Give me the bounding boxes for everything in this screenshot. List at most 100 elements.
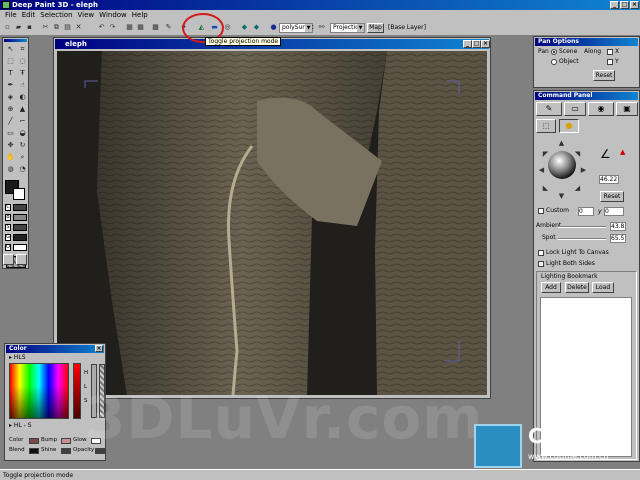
- menu-selection[interactable]: Selection: [40, 10, 72, 20]
- orbit-icon[interactable]: ◍: [5, 164, 16, 175]
- spot-slider[interactable]: [558, 238, 606, 240]
- hand-icon[interactable]: ✋: [5, 152, 16, 163]
- undo-icon[interactable]: ↶: [96, 22, 107, 33]
- tab-transform-icon[interactable]: ⬚: [536, 119, 556, 133]
- bookmark-add-button[interactable]: Add: [541, 282, 561, 293]
- custom-checkbox[interactable]: [538, 208, 544, 214]
- mode-select[interactable]: Projection ▼: [330, 23, 365, 33]
- hue-bar[interactable]: [73, 363, 81, 419]
- tab-layer-icon[interactable]: ▭: [564, 102, 586, 116]
- brush-icon[interactable]: ✎: [163, 22, 174, 33]
- swatch-bump[interactable]: [61, 438, 71, 444]
- channel-o-swatch[interactable]: [13, 244, 27, 251]
- copy-icon[interactable]: ⧉: [51, 22, 62, 33]
- lasso-icon[interactable]: ◌: [17, 56, 28, 67]
- crop-icon[interactable]: ⌗: [17, 44, 28, 55]
- channel-s-swatch[interactable]: [13, 224, 27, 231]
- ambient-slider[interactable]: [558, 226, 606, 228]
- zoom-icon[interactable]: ⌕: [17, 152, 28, 163]
- delete-icon[interactable]: ✕: [73, 22, 84, 33]
- save-icon[interactable]: ▪: [24, 22, 35, 33]
- menu-window[interactable]: Window: [99, 10, 127, 20]
- close-button[interactable]: ×: [630, 1, 639, 9]
- tab-image-icon[interactable]: ▣: [616, 102, 638, 116]
- maximize-button[interactable]: □: [620, 1, 629, 9]
- globe-icon[interactable]: ●: [268, 22, 279, 33]
- stamp-icon[interactable]: ▲: [17, 104, 28, 115]
- menu-edit[interactable]: Edit: [22, 10, 36, 20]
- tab-material-icon[interactable]: ◉: [588, 102, 614, 116]
- minimize-button[interactable]: _: [610, 1, 619, 9]
- light-arrow-upright-icon[interactable]: ◥: [572, 149, 583, 160]
- light-reset-button[interactable]: Reset: [600, 191, 624, 202]
- viewport-close-button[interactable]: ×: [481, 40, 490, 48]
- eraser-icon[interactable]: ▭: [5, 128, 16, 139]
- sphere-rotate-icon[interactable]: ◔: [17, 164, 28, 175]
- angle-field[interactable]: 46.22: [599, 175, 619, 184]
- bucket-icon[interactable]: ◒: [17, 128, 28, 139]
- view-mode-2-button[interactable]: [16, 254, 27, 265]
- menu-help[interactable]: Help: [132, 10, 148, 20]
- channel-c-icon[interactable]: C: [5, 204, 11, 211]
- view-mode-1-button[interactable]: [3, 254, 14, 265]
- menu-file[interactable]: File: [5, 10, 17, 20]
- eyedropper-icon[interactable]: ⌐: [17, 116, 28, 127]
- channel-g-icon[interactable]: G: [5, 234, 11, 241]
- pan-reset-button[interactable]: Reset: [593, 70, 615, 81]
- line-icon[interactable]: ╱: [5, 116, 16, 127]
- channel-g-swatch[interactable]: [13, 234, 27, 241]
- blur-icon[interactable]: ◐: [17, 92, 28, 103]
- tab-light-icon[interactable]: ●: [559, 119, 579, 133]
- grid-icon[interactable]: ▩: [150, 22, 161, 33]
- x-checkbox[interactable]: [607, 49, 613, 55]
- channel-o-icon[interactable]: O: [5, 244, 11, 251]
- rotate-icon[interactable]: ↻: [17, 140, 28, 151]
- color-picker-field[interactable]: [9, 363, 69, 419]
- tab-brush-icon[interactable]: ✎: [536, 102, 562, 116]
- smudge-icon[interactable]: ☝: [17, 80, 28, 91]
- redo-icon[interactable]: ↷: [107, 22, 118, 33]
- layer-icon[interactable]: ▦: [124, 22, 135, 33]
- chain-icon[interactable]: ⚯: [316, 22, 327, 33]
- arrow-right-icon[interactable]: ◆: [251, 22, 262, 33]
- pen-icon[interactable]: ✒: [5, 80, 16, 91]
- swatch-color[interactable]: [29, 438, 39, 444]
- channel-b-icon[interactable]: B: [5, 214, 11, 221]
- light-arrow-left-icon[interactable]: ◀: [536, 165, 547, 176]
- y-checkbox[interactable]: [607, 59, 613, 65]
- clone-icon[interactable]: ⊕: [5, 104, 16, 115]
- map-button[interactable]: Map: [367, 23, 384, 33]
- light-arrow-up-icon[interactable]: ▲: [556, 138, 567, 149]
- viewport-maximize-button[interactable]: □: [472, 40, 481, 48]
- custom-x-field[interactable]: 0: [578, 207, 594, 216]
- light-arrow-downright-icon[interactable]: ◢: [572, 183, 583, 194]
- marquee-icon[interactable]: ⬚: [5, 56, 16, 67]
- fill-icon[interactable]: ◈: [5, 92, 16, 103]
- paint-canvas[interactable]: [57, 51, 487, 395]
- background-color-swatch[interactable]: [13, 188, 25, 200]
- channel-b-swatch[interactable]: [13, 214, 27, 221]
- channel-c-swatch[interactable]: [13, 204, 27, 211]
- color-panel-close-button[interactable]: ×: [95, 345, 103, 352]
- object-radio[interactable]: [551, 59, 557, 65]
- bookmark-load-button[interactable]: Load: [592, 282, 614, 293]
- menu-view[interactable]: View: [78, 10, 95, 20]
- viewport-minimize-button[interactable]: _: [463, 40, 472, 48]
- channel-s-icon[interactable]: S: [5, 224, 11, 231]
- move-icon[interactable]: ✥: [5, 140, 16, 151]
- paste-icon[interactable]: ▤: [62, 22, 73, 33]
- new-file-icon[interactable]: ▫: [2, 22, 13, 33]
- lock-light-checkbox[interactable]: [538, 250, 544, 256]
- type-icon[interactable]: Ŧ: [17, 68, 28, 79]
- swatch-shine[interactable]: [61, 448, 71, 454]
- custom-y-field[interactable]: 0: [604, 207, 624, 216]
- angle-adjust-icon[interactable]: ▲: [620, 148, 625, 156]
- light-arrow-right-icon[interactable]: ▶: [578, 165, 589, 176]
- bookmark-delete-button[interactable]: Delete: [565, 282, 589, 293]
- spot-field[interactable]: 65.5: [610, 234, 626, 243]
- light-arrow-upleft-icon[interactable]: ◤: [540, 149, 551, 160]
- swatch-blend[interactable]: [29, 448, 39, 454]
- scene-radio[interactable]: [551, 49, 557, 55]
- mesh-select[interactable]: polySurfac ▼: [279, 23, 314, 33]
- layer-2-icon[interactable]: ▦: [135, 22, 146, 33]
